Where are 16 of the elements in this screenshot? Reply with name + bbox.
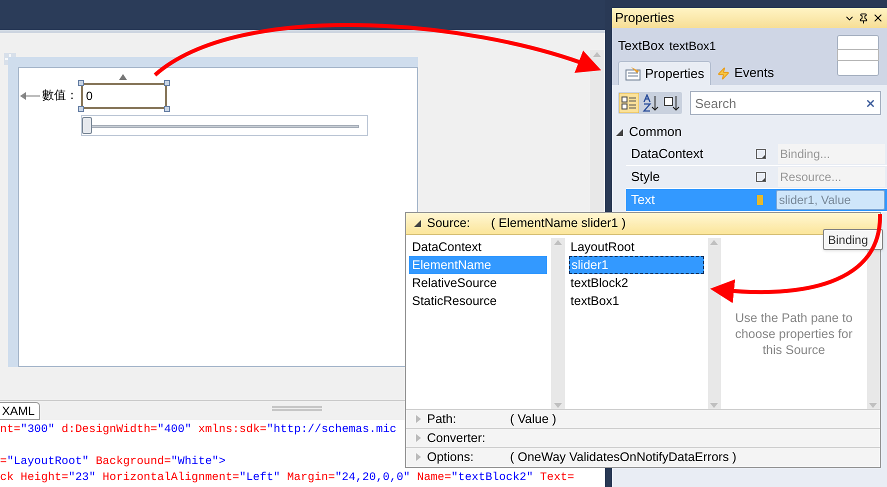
section-label: Converter: bbox=[427, 430, 486, 447]
code-line: ck Height="23" HorizontalAlignment="Left" Margin="24,20,0,0" Name="textBlock2" Text= bbox=[0, 470, 574, 486]
tooltip: Binding bbox=[823, 229, 884, 250]
source-value: ( ElementName slider1 ) bbox=[491, 215, 626, 232]
section-value: ( Value ) bbox=[510, 410, 556, 428]
element-type: TextBox bbox=[618, 37, 664, 55]
section-label: Path: bbox=[427, 410, 458, 428]
code-line: nt="300" d:DesignWidth="400" xmlns:sdk="http://schemas.mic bbox=[0, 422, 397, 438]
section-value: ( OneWay ValidatesOnNotifyDataErrors ) bbox=[510, 448, 736, 466]
value-label: 數值： bbox=[42, 88, 78, 102]
panel-title: Properties bbox=[615, 9, 676, 28]
source-label: Source: bbox=[427, 215, 472, 232]
code-line: ="LayoutRoot" Background="White"> bbox=[0, 454, 226, 470]
element-name: textBox1 bbox=[669, 38, 716, 55]
path-hint: Use the Path pane to choose properties for this Source bbox=[734, 310, 854, 358]
section-label: Options: bbox=[427, 448, 475, 466]
